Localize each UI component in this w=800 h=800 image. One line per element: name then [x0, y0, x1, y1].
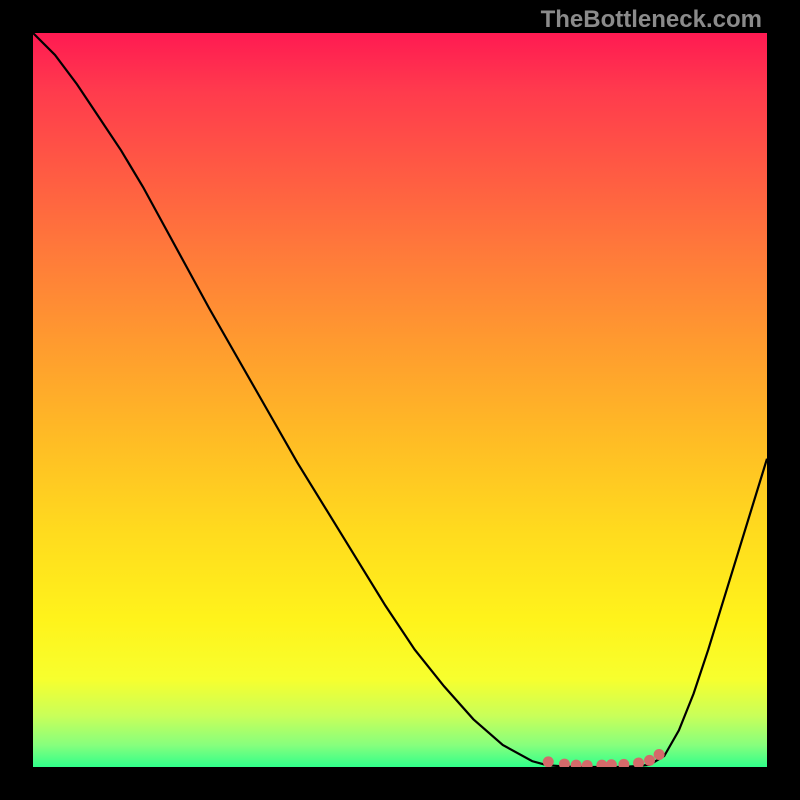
curve-marker [559, 759, 570, 767]
curve-marker [606, 759, 617, 767]
curve-marker [596, 760, 607, 767]
chart-svg [33, 33, 767, 767]
attribution-label: TheBottleneck.com [541, 6, 762, 34]
chart-frame: TheBottleneck.com [0, 0, 800, 800]
curve-marker [654, 749, 665, 760]
marker-group [543, 749, 665, 767]
curve-marker [618, 759, 629, 767]
curve-marker [633, 757, 644, 767]
curve-marker [543, 756, 554, 767]
curve-marker [644, 755, 655, 766]
bottleneck-curve [33, 33, 767, 767]
curve-marker [571, 760, 582, 767]
curve-marker [582, 760, 593, 767]
plot-area [33, 33, 767, 767]
